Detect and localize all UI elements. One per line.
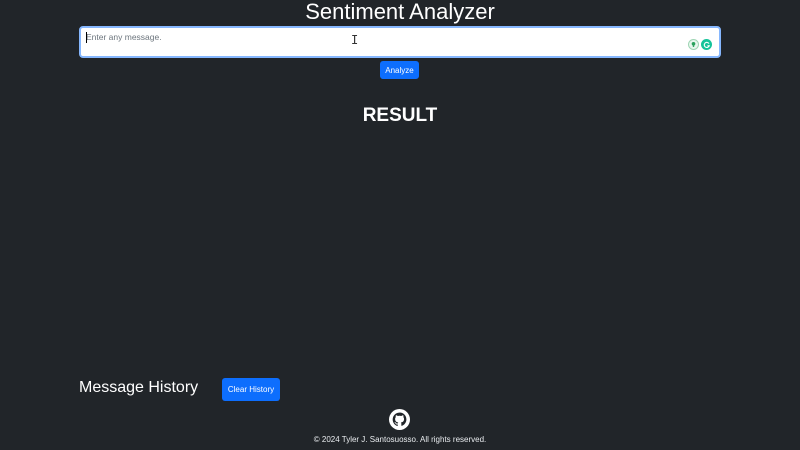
footer-copyright: © 2024 Tyler J. Santosuosso. All rights … bbox=[313, 435, 487, 444]
ibeam-cursor-icon: I bbox=[351, 33, 359, 47]
extension-icons bbox=[688, 39, 712, 50]
analyze-button[interactable]: Analyze bbox=[380, 61, 419, 79]
github-icon[interactable] bbox=[389, 409, 410, 430]
app-title: Sentiment Analyzer bbox=[305, 0, 495, 24]
page: Sentiment Analyzer I Analyze RESULT Mess… bbox=[0, 0, 800, 450]
lightbulb-icon[interactable] bbox=[688, 39, 699, 50]
clear-history-button[interactable]: Clear History bbox=[222, 378, 280, 401]
message-input-container: I bbox=[79, 26, 721, 58]
message-input[interactable] bbox=[81, 28, 719, 56]
text-caret bbox=[86, 32, 87, 43]
message-history-heading: Message History bbox=[79, 379, 199, 396]
result-heading: RESULT bbox=[362, 105, 438, 126]
grammarly-icon[interactable] bbox=[701, 39, 712, 50]
